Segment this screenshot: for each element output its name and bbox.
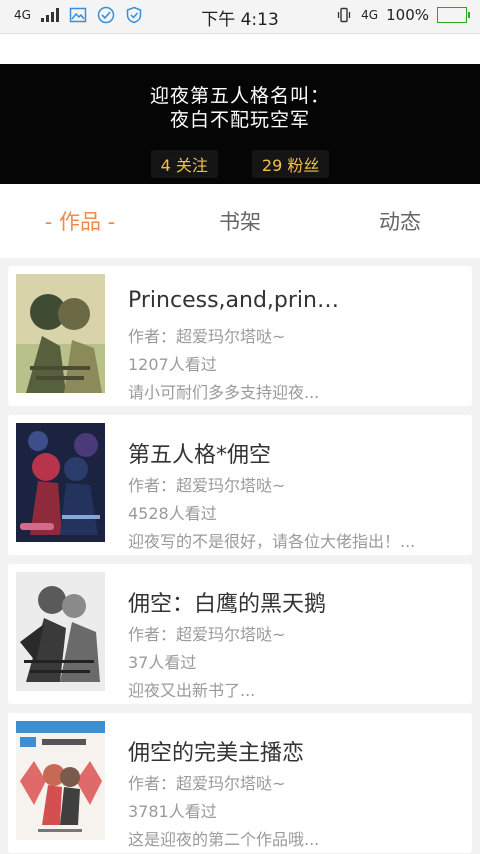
book-cover-image <box>16 572 105 691</box>
book-title[interactable]: 佣空的完美主播恋 <box>128 735 458 767</box>
book-title[interactable]: 佣空：白鹰的黑天鹅 <box>128 586 458 618</box>
book-description: 迎夜写的不是很好，请各位大佬指出！... <box>128 532 416 551</box>
book-card[interactable]: 第五人格*佣空 作者：超爱玛尔塔哒~ 4528人看过 迎夜写的不是很好，请各位大… <box>8 415 472 555</box>
book-title[interactable]: Princess,and,prin… <box>128 288 458 313</box>
book-description: 这是迎夜的第二个作品哦... <box>128 830 320 849</box>
book-description: 请小可耐们多多支持迎夜... <box>128 383 320 402</box>
book-author: 作者：超爱玛尔塔哒~ <box>128 476 286 495</box>
book-cover-image <box>16 721 105 840</box>
book-cover[interactable] <box>16 721 105 840</box>
book-views: 37人看过 <box>128 653 197 672</box>
book-author: 作者：超爱玛尔塔哒~ <box>128 625 286 644</box>
network-type-right: 4G <box>361 8 379 22</box>
book-views: 3781人看过 <box>128 802 217 821</box>
battery-icon <box>437 7 470 23</box>
book-card[interactable]: 佣空：白鹰的黑天鹅 作者：超爱玛尔塔哒~ 37人看过 迎夜又出新书了... <box>8 564 472 704</box>
book-cover[interactable] <box>16 572 105 691</box>
author-name: 迎夜第五人格名叫： 夜白不配玩空军 <box>0 84 480 132</box>
book-author: 作者：超爱玛尔塔哒~ <box>128 774 286 793</box>
book-cover[interactable] <box>16 274 105 393</box>
author-name-line1: 迎夜第五人格名叫： <box>149 85 330 107</box>
tab-works[interactable]: - 作品 - <box>0 206 160 236</box>
book-views: 1207人看过 <box>128 355 217 374</box>
book-cover-image <box>16 423 105 542</box>
tab-bookshelf[interactable]: 书架 <box>160 206 320 236</box>
vibrate-icon <box>338 7 351 23</box>
author-name-line2: 夜白不配玩空军 <box>169 109 310 131</box>
book-views: 4528人看过 <box>128 504 217 523</box>
book-author: 作者：超爱玛尔塔哒~ <box>128 327 286 346</box>
following-count[interactable]: 4 关注 <box>150 150 218 178</box>
book-title[interactable]: 第五人格*佣空 <box>128 437 458 469</box>
battery-percent: 100% <box>386 6 429 24</box>
profile-tabs: - 作品 - 书架 动态 <box>0 184 480 258</box>
top-spacer <box>0 34 480 64</box>
followers-count[interactable]: 29 粉丝 <box>251 150 330 178</box>
status-bar: 4G 下午 4:13 4G 100% <box>0 0 480 34</box>
book-description: 迎夜又出新书了... <box>128 681 256 700</box>
book-cover[interactable] <box>16 423 105 542</box>
tab-activity[interactable]: 动态 <box>320 206 480 236</box>
book-card[interactable]: Princess,and,prin… 作者：超爱玛尔塔哒~ 1207人看过 请小… <box>8 266 472 406</box>
book-card[interactable]: 佣空的完美主播恋 作者：超爱玛尔塔哒~ 3781人看过 这是迎夜的第二个作品哦.… <box>8 713 472 853</box>
book-cover-image <box>16 274 105 393</box>
profile-banner: 迎夜第五人格名叫： 夜白不配玩空军 4 关注 29 粉丝 <box>0 64 480 184</box>
